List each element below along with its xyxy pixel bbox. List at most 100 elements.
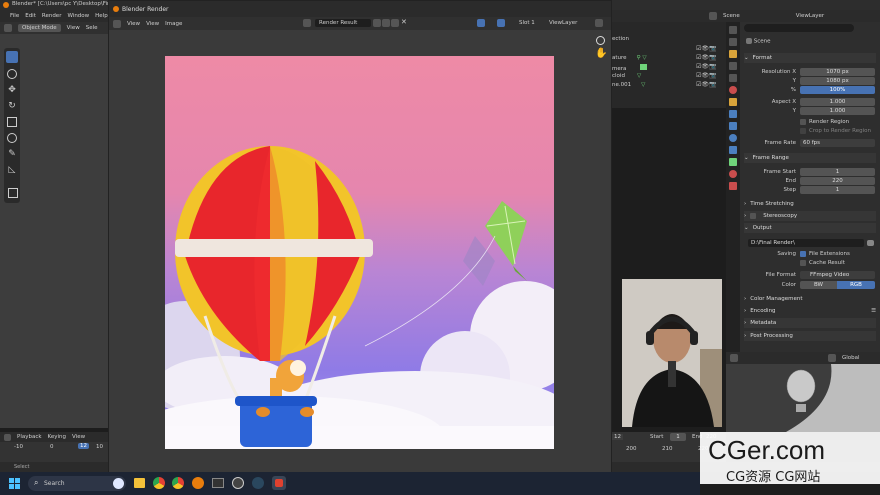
res-y-field[interactable]: 1080 px [800,76,875,85]
menu-help[interactable]: Help [95,13,108,19]
aspect-y-field[interactable]: 1.000 [800,106,875,115]
annotate-icon[interactable]: ✎ [7,149,17,159]
image-menu[interactable]: Image [165,21,182,27]
crop-region-check[interactable] [800,127,806,134]
file-extensions-check[interactable] [800,250,806,257]
rotate-icon[interactable]: ↻ [7,101,17,111]
scene-selector-icon[interactable] [709,12,717,20]
color-management-panel-header[interactable]: › Color Management [744,294,876,304]
properties-search[interactable] [744,24,854,32]
menu-window[interactable]: Window [67,13,89,19]
image-shield-icon[interactable] [373,19,381,27]
material-tab-icon[interactable] [729,170,737,178]
image-view-menu[interactable]: View [127,21,140,27]
data-tab-icon[interactable] [729,158,737,166]
viewport-view-menu[interactable]: View [67,25,80,31]
obs-icon[interactable] [232,477,244,489]
move-icon[interactable]: ✥ [7,85,17,95]
editor-type-icon[interactable] [4,24,12,32]
image-close-icon[interactable]: ✕ [401,18,407,26]
output-tab-icon[interactable] [729,50,737,58]
particles-tab-icon[interactable] [729,122,737,130]
measure-icon[interactable]: ◺ [7,165,17,175]
transform-icon[interactable] [7,133,17,143]
stereoscopy-panel-header[interactable]: › Stereoscopy [744,211,876,221]
color-rgb-button[interactable]: RGB [837,280,875,289]
mode-dropdown[interactable]: Object Mode [18,24,61,32]
image-folder-icon[interactable] [391,19,399,27]
windows-start-icon[interactable] [9,478,20,489]
frame-range-panel-header[interactable]: ⌄ Frame Range [744,153,876,163]
timeline-playhead[interactable]: 12 [78,443,89,449]
format-panel-header[interactable]: ⌄ Format [744,53,876,63]
physics-tab-icon[interactable] [729,134,737,142]
menu-file[interactable]: File [10,13,19,19]
encoding-panel-header[interactable]: › Encoding ☰ [744,306,876,316]
time-stretching-panel-header[interactable]: › Time Stretching [744,199,876,209]
cursor-icon[interactable] [7,69,17,79]
timeline-view-menu[interactable]: View [72,434,85,440]
res-x-field[interactable]: 1070 px [800,67,875,76]
pan-hand-icon[interactable]: ✋ [595,48,607,59]
small-viewport-global[interactable]: Global [842,355,860,361]
timeline-area[interactable]: -10 0 12 10 [0,442,108,462]
render-region-check[interactable] [800,118,806,125]
cache-result-check[interactable] [800,259,806,266]
menu-render[interactable]: Render [42,13,62,19]
timeline-editor-icon[interactable] [4,433,11,441]
small-viewport-editor-icon[interactable] [730,354,738,362]
frame-step-field[interactable]: 1 [800,185,875,194]
scene-tab-icon[interactable] [729,74,737,82]
modifier-tab-icon[interactable] [729,110,737,118]
blender-taskbar-icon[interactable] [192,477,204,489]
image-browse-icon[interactable] [303,19,311,27]
steam-icon[interactable] [252,477,264,489]
terminal-icon[interactable] [212,478,224,488]
aspect-x-field[interactable]: 1.000 [800,97,875,106]
view-layer-dropdown[interactable]: ViewLayer [549,20,577,26]
frame-start-field[interactable]: 1 [800,167,875,176]
image-editor-type-icon[interactable] [113,19,121,28]
stereoscopy-check[interactable] [750,213,757,219]
display-channels-icon[interactable] [497,19,505,27]
post-processing-panel-header[interactable]: › Post Processing [744,331,876,341]
timeline-keying-menu[interactable]: Keying [48,434,66,440]
view-layer-tab-icon[interactable] [729,62,737,70]
object-tab-icon[interactable] [729,98,737,106]
texture-tab-icon[interactable] [729,182,737,190]
output-path-field[interactable]: D:\Final Render\ [748,238,864,247]
render-region-checkbox[interactable]: Render Region [740,117,880,126]
output-panel-header[interactable]: ⌄ Output [744,223,876,233]
taskbar-search-box[interactable]: ⌕ Search [28,476,126,491]
small-3d-viewport[interactable] [726,364,880,432]
crop-region-checkbox[interactable]: Crop to Render Region [740,126,880,135]
render-pass-icon[interactable] [595,19,603,27]
metadata-panel-header[interactable]: › Metadata [744,318,876,328]
menu-edit[interactable]: Edit [25,13,36,19]
file-format-dropdown[interactable]: FFmpeg Video [800,270,875,279]
chrome-icon[interactable] [153,477,165,489]
image-name-field[interactable]: Render Result [315,19,371,27]
color-bw-button[interactable]: BW [800,280,837,289]
app-icon[interactable] [272,476,286,490]
image-copy-icon[interactable] [382,19,390,27]
transform-orientation-icon[interactable] [828,354,836,362]
select-box-icon[interactable] [6,51,18,63]
slot-dropdown[interactable]: Slot 1 [519,20,535,26]
gizmo-icon[interactable] [477,19,485,27]
chrome-icon[interactable] [172,477,184,489]
world-tab-icon[interactable] [729,86,737,94]
zoom-icon[interactable] [596,36,605,45]
presets-list-icon[interactable]: ☰ [871,308,876,314]
render-tab-icon[interactable] [729,38,737,46]
tool-tab-icon[interactable] [729,26,737,34]
timeline-playback-menu[interactable]: Playback [17,434,42,440]
scene-selector[interactable]: Scene [723,13,740,19]
constraints-tab-icon[interactable] [729,146,737,154]
frame-rate-dropdown[interactable]: 60 fps [800,138,875,147]
view-layer-selector[interactable]: ViewLayer [796,13,824,19]
file-explorer-icon[interactable] [134,478,145,488]
add-cube-icon[interactable] [8,188,18,198]
folder-icon[interactable] [867,239,874,246]
scale-icon[interactable] [7,117,17,127]
